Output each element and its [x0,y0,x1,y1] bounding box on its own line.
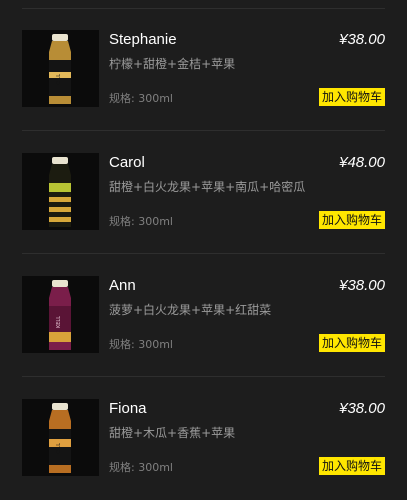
product-card-carol[interactable]: Carol ¥48.00 甜橙+白火龙果+苹果+南瓜+哈密瓜 规格: 300ml… [22,131,385,254]
product-name: Fiona [109,400,147,417]
bottle-image [22,153,99,230]
product-image[interactable] [22,153,99,230]
product-ingredients: 柠檬+甜橙+金桔+苹果 [109,57,236,71]
product-card-stephanie[interactable]: KELL Stephanie ¥38.00 柠檬+甜橙+金桔+苹果 规格: 30… [22,8,385,131]
product-ingredients: 菠萝+白火龙果+苹果+红甜菜 [109,303,272,317]
add-to-cart-button[interactable]: 加入购物车 [318,88,385,106]
product-ingredients: 甜橙+白火龙果+苹果+南瓜+哈密瓜 [109,180,306,194]
product-image[interactable]: KELL [22,399,99,476]
product-spec: 规格: 300ml [109,461,173,474]
product-spec: 规格: 300ml [109,215,173,228]
svg-text:KELL: KELL [56,316,62,328]
add-to-cart-button[interactable]: 加入购物车 [318,334,385,352]
product-name: Ann [109,277,136,294]
product-list-page: KELL Stephanie ¥38.00 柠檬+甜橙+金桔+苹果 规格: 30… [0,0,407,500]
product-price: ¥38.00 [339,400,385,417]
product-name: Carol [109,154,145,171]
add-to-cart-button[interactable]: 加入购物车 [318,457,385,475]
product-card-ann[interactable]: KELL Ann ¥38.00 菠萝+白火龙果+苹果+红甜菜 规格: 300ml… [22,254,385,377]
bottle-image: KELL [22,30,99,107]
product-price: ¥38.00 [339,31,385,48]
add-to-cart-button[interactable]: 加入购物车 [318,211,385,229]
product-price: ¥38.00 [339,277,385,294]
product-spec: 规格: 300ml [109,92,173,105]
product-card-fiona[interactable]: KELL Fiona ¥38.00 甜橙+木瓜+香蕉+苹果 规格: 300ml … [22,377,385,499]
product-spec: 规格: 300ml [109,338,173,351]
product-price: ¥48.00 [339,154,385,171]
svg-text:KELL: KELL [56,74,62,86]
product-name: Stephanie [109,31,177,48]
bottle-image: KELL [22,399,99,476]
svg-text:KELL: KELL [56,443,62,455]
product-ingredients: 甜橙+木瓜+香蕉+苹果 [109,426,236,440]
product-list: KELL Stephanie ¥38.00 柠檬+甜橙+金桔+苹果 规格: 30… [0,8,407,499]
product-image[interactable]: KELL [22,30,99,107]
bottle-image: KELL [22,276,99,353]
product-image[interactable]: KELL [22,276,99,353]
